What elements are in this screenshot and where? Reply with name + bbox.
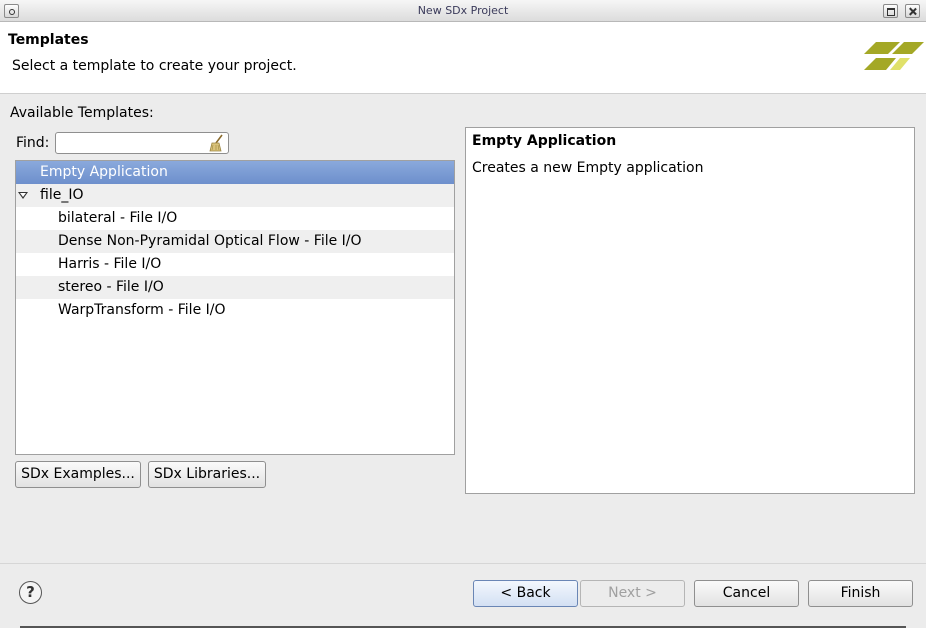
help-icon[interactable]: ? (19, 581, 42, 604)
find-input[interactable] (55, 132, 229, 154)
find-label: Find: (16, 135, 50, 151)
tree-item-label: file_IO (40, 187, 84, 203)
page-title: Templates (8, 32, 89, 48)
back-button[interactable]: < Back (473, 580, 578, 607)
cancel-button[interactable]: Cancel (694, 580, 799, 607)
available-templates-label: Available Templates: (10, 105, 154, 121)
finish-button[interactable]: Finish (808, 580, 913, 607)
tree-item-stereo[interactable]: stereo - File I/O (16, 276, 454, 299)
window-title: New SDx Project (417, 4, 509, 17)
next-button: Next > (580, 580, 685, 607)
wizard-header: Templates Select a template to create yo… (0, 22, 926, 94)
description-text: Creates a new Empty application (472, 160, 704, 176)
tree-item-label: Empty Application (40, 164, 168, 180)
tree-item-label: bilateral - File I/O (58, 210, 178, 226)
expanded-triangle-icon[interactable] (18, 192, 28, 199)
tree-item-label: stereo - File I/O (58, 279, 164, 295)
description-title: Empty Application (472, 133, 617, 149)
templates-tree[interactable]: Empty Application file_IO bilateral - Fi… (15, 160, 455, 455)
xilinx-logo-icon (864, 42, 924, 70)
template-description-panel: Empty Application Creates a new Empty ap… (465, 127, 915, 494)
title-bar: New SDx Project (0, 0, 926, 22)
tree-item-warptransform[interactable]: WarpTransform - File I/O (16, 299, 454, 322)
footer-divider (0, 563, 926, 564)
tree-item-dense-optical-flow[interactable]: Dense Non-Pyramidal Optical Flow - File … (16, 230, 454, 253)
tree-item-label: Dense Non-Pyramidal Optical Flow - File … (58, 233, 362, 249)
close-button[interactable] (905, 4, 920, 18)
maximize-button[interactable] (883, 4, 898, 18)
tree-item-label: Harris - File I/O (58, 256, 162, 272)
clear-filter-icon[interactable] (208, 134, 226, 152)
tree-item-file-io[interactable]: file_IO (16, 184, 454, 207)
tree-item-label: WarpTransform - File I/O (58, 302, 226, 318)
page-subtitle: Select a template to create your project… (12, 58, 297, 74)
tree-item-bilateral[interactable]: bilateral - File I/O (16, 207, 454, 230)
sdx-examples-button[interactable]: SDx Examples... (15, 461, 141, 488)
sdx-libraries-button[interactable]: SDx Libraries... (148, 461, 266, 488)
tree-item-empty-application[interactable]: Empty Application (16, 161, 454, 184)
tree-item-harris[interactable]: Harris - File I/O (16, 253, 454, 276)
